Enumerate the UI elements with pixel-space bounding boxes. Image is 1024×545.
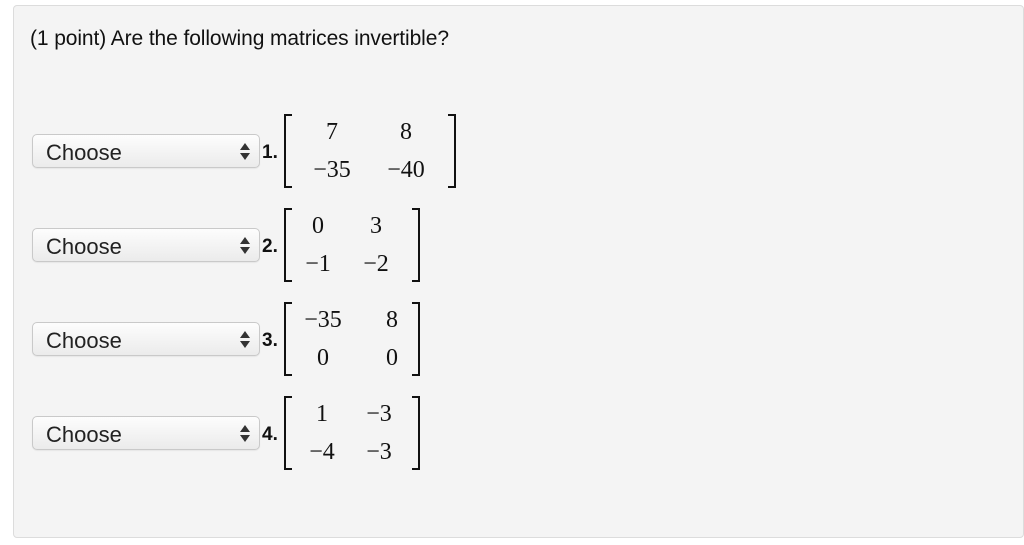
left-bracket <box>284 114 292 188</box>
right-bracket <box>448 114 456 188</box>
matrix-cell: −35 <box>313 157 351 183</box>
matrix-cell: −4 <box>309 439 335 465</box>
matrix-cell: 1 <box>316 401 328 427</box>
matrix-item-4: Choose 4. 1 −3 −4 −3 <box>14 396 614 472</box>
matrix-cell: 0 <box>317 345 329 371</box>
right-bracket <box>412 208 420 282</box>
select-value: Choose <box>46 140 122 165</box>
matrix-cell: 0 <box>312 213 324 239</box>
matrix: 0 3 −1 −2 <box>284 208 420 284</box>
answer-select-4[interactable]: Choose <box>32 416 260 450</box>
select-value: Choose <box>46 234 122 259</box>
matrix-cell: −40 <box>387 157 425 183</box>
select-value: Choose <box>46 422 122 447</box>
matrix-cell: −1 <box>305 251 331 277</box>
matrix-cell: 7 <box>326 119 338 145</box>
matrix: −35 8 0 0 <box>284 302 420 378</box>
question-panel: (1 point) Are the following matrices inv… <box>13 5 1024 538</box>
matrix-cell: −3 <box>366 439 392 465</box>
item-number: 1. <box>262 142 278 163</box>
matrix: 1 −3 −4 −3 <box>284 396 420 472</box>
up-down-arrows-icon <box>240 237 250 254</box>
up-down-arrows-icon <box>240 425 250 442</box>
item-number: 2. <box>262 236 278 257</box>
matrix-item-3: Choose 3. −35 8 0 0 <box>14 302 614 378</box>
matrix-cell: −35 <box>304 307 342 333</box>
matrix-item-1: Choose 1. 7 8 −35 −40 <box>14 114 614 190</box>
matrix-cell: −3 <box>366 401 392 427</box>
item-number: 3. <box>262 330 278 351</box>
left-bracket <box>284 396 292 470</box>
left-bracket <box>284 302 292 376</box>
right-bracket <box>412 302 420 376</box>
answer-select-3[interactable]: Choose <box>32 322 260 356</box>
matrix-cell: 3 <box>370 213 382 239</box>
item-number: 4. <box>262 424 278 445</box>
select-value: Choose <box>46 328 122 353</box>
up-down-arrows-icon <box>240 143 250 160</box>
right-bracket <box>412 396 420 470</box>
up-down-arrows-icon <box>240 331 250 348</box>
question-text: (1 point) Are the following matrices inv… <box>30 27 449 50</box>
matrix: 7 8 −35 −40 <box>284 114 456 190</box>
matrix-cell: −2 <box>363 251 389 277</box>
matrix-cell: 8 <box>400 119 412 145</box>
answer-select-1[interactable]: Choose <box>32 134 260 168</box>
matrix-item-2: Choose 2. 0 3 −1 −2 <box>14 208 614 284</box>
answer-select-2[interactable]: Choose <box>32 228 260 262</box>
